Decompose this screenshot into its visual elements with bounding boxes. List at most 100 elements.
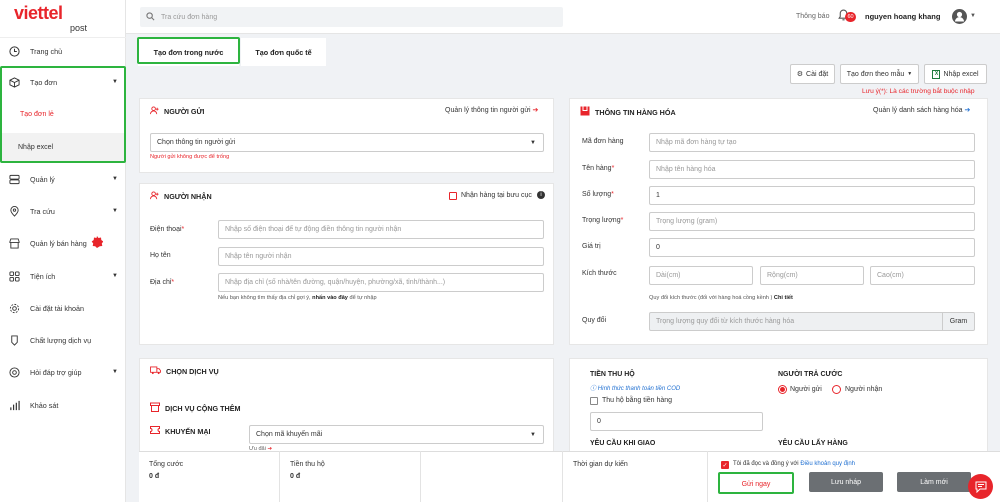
arrow-right-icon: ➔ — [964, 107, 971, 114]
length-input[interactable]: Dài(cm) — [649, 266, 753, 285]
cod-amount-input[interactable]: 0 — [590, 412, 763, 431]
receiver-title: NGƯỜI NHẬN — [150, 191, 212, 202]
label-text: Trọng lượng — [582, 217, 621, 224]
box-icon — [580, 106, 590, 118]
caret-down-icon: ▼ — [112, 369, 118, 375]
button-label: Tạo đơn theo mẫu — [846, 70, 905, 78]
sidebar-item-label: Trang chủ — [30, 46, 63, 56]
caret-down-icon: ▼ — [112, 273, 118, 279]
pin-icon — [8, 205, 20, 217]
total-fee-cell: Tổng cước 0 đ — [139, 451, 280, 502]
list-icon — [8, 173, 20, 185]
sidebar-item-label: Tra cứu — [30, 206, 55, 216]
manage-goods-link[interactable]: Quản lý danh sách hàng hóa ➔ — [873, 106, 970, 114]
hint-text: để tự nhập — [349, 295, 377, 301]
sidebar-item-lookup[interactable]: Tra cứu ▼ — [0, 197, 126, 225]
sidebar-item-label: Hỏi đáp trợ giúp — [30, 367, 82, 377]
link-text: Hình thức thanh toán tiền COD — [597, 386, 681, 392]
converted-weight-input: Trọng lượng quy đổi từ kích thước hàng h… — [649, 312, 975, 331]
ticket-icon — [150, 426, 160, 436]
sender-select[interactable]: Chọn thông tin người gửi ▼ — [150, 133, 544, 152]
input-placeholder: Nhập tên hàng hóa — [656, 166, 716, 173]
box-icon — [150, 402, 160, 414]
agree-terms-checkbox[interactable]: ✓ — [721, 461, 729, 469]
goods-title: THÔNG TIN HÀNG HÓA — [580, 106, 676, 118]
username[interactable]: nguyen hoang khang — [865, 12, 940, 21]
input-placeholder: Cao(cm) — [877, 272, 904, 279]
promo-select[interactable]: Chọn mã khuyến mãi ▼ — [249, 425, 544, 444]
chat-icon[interactable] — [968, 474, 993, 499]
receiver-name-input[interactable]: Nhập tên người nhận — [218, 247, 544, 266]
gear-icon — [8, 302, 20, 314]
sidebar-item-service-quality[interactable]: Chất lượng dịch vụ — [0, 326, 126, 354]
avatar[interactable] — [952, 9, 967, 24]
sidebar-item-manage[interactable]: Quản lý ▼ — [0, 165, 126, 193]
caret-down-icon: ▼ — [530, 139, 536, 146]
size-detail-link[interactable]: Chi tiết — [774, 295, 793, 301]
hint-text: Quy đổi kích thước (đối với hàng hoá cồn… — [649, 295, 773, 301]
input-placeholder: Rộng(cm) — [767, 272, 798, 279]
weight-input[interactable]: Trọng lượng (gram) — [649, 212, 975, 231]
sidebar-item-label: Chất lượng dịch vụ — [30, 335, 92, 345]
required-note: Lưu ý(*): Là các trường bắt buộc nhập — [862, 88, 975, 95]
quantity-input[interactable]: 1 — [649, 186, 975, 205]
logo[interactable]: viettel post — [0, 0, 126, 38]
input-value: 0 — [656, 244, 660, 251]
sidebar-item-label: Tiện ích — [30, 271, 56, 281]
link-text: Quản lý danh sách hàng hóa — [873, 107, 963, 114]
order-code-input[interactable]: Nhập mã đơn hàng tự tạo — [649, 133, 975, 152]
goods-name-input[interactable]: Nhập tên hàng hóa — [649, 160, 975, 179]
gear-icon: ⚙ — [796, 71, 804, 78]
import-excel-button[interactable]: X Nhập excel — [924, 64, 987, 84]
eta-cell: Thời gian dự kiến — [563, 451, 708, 502]
promo-title: KHUYẾN MẠI — [150, 426, 211, 436]
empty-cell — [421, 451, 563, 502]
goods-value-input[interactable]: 0 — [649, 238, 975, 257]
tab-international-order[interactable]: Tạo đơn quốc tế — [241, 38, 326, 66]
arrow-right-icon: ➔ — [532, 107, 539, 114]
pickup-at-office-checkbox[interactable] — [449, 192, 457, 200]
height-input[interactable]: Cao(cm) — [870, 266, 975, 285]
cod-by-goods-checkbox[interactable] — [590, 397, 598, 405]
logo-text: viettel — [14, 3, 63, 23]
reset-button[interactable]: Làm mới — [897, 472, 971, 492]
address-input[interactable]: Nhập địa chỉ (số nhà/tên đường, quận/huy… — [218, 273, 544, 292]
label-text: Tên hàng — [582, 165, 612, 172]
manage-sender-link[interactable]: Quản lý thông tin người gửi ➔ — [445, 106, 538, 114]
terms-link[interactable]: Điều khoản quy định — [800, 461, 855, 467]
sidebar-item-sales[interactable]: Quản lý bán hàng — [0, 229, 126, 257]
quantity-label: Số lượng* — [582, 191, 614, 198]
sidebar-item-utilities[interactable]: Tiện ích ▼ — [0, 262, 126, 290]
select-value: Chọn thông tin người gửi — [157, 139, 236, 146]
button-label: Lưu nháp — [831, 478, 861, 486]
payer-sender-label: Người gửi — [790, 386, 822, 393]
phone-input[interactable]: Nhập số điện thoại để tự động điền thông… — [218, 220, 544, 239]
cod-by-goods-label: Thu hộ bằng tiền hàng — [602, 397, 673, 404]
size-label: Kích thước — [582, 270, 617, 277]
manual-address-link[interactable]: nhấn vào đây — [312, 295, 348, 301]
input-placeholder: Dài(cm) — [656, 272, 681, 279]
payer-receiver-radio[interactable] — [832, 385, 841, 394]
clock-icon — [8, 45, 20, 57]
sidebar-item-help[interactable]: Hỏi đáp trợ giúp ▼ — [0, 358, 126, 386]
name-label: Họ tên — [150, 252, 171, 259]
label-text: Số lượng — [582, 191, 612, 198]
info-icon[interactable]: i — [537, 191, 545, 199]
save-draft-button[interactable]: Lưu nháp — [809, 472, 883, 492]
template-order-button[interactable]: Tạo đơn theo mẫu ▼ — [840, 64, 919, 84]
cod-method-link[interactable]: ⓘ Hình thức thanh toán tiền COD — [590, 383, 680, 392]
search-input[interactable]: Tra cứu đơn hàng — [140, 7, 563, 27]
sidebar-item-account-settings[interactable]: Cài đặt tài khoản — [0, 294, 126, 322]
width-input[interactable]: Rộng(cm) — [760, 266, 864, 285]
payer-sender-radio[interactable] — [778, 385, 787, 394]
phone-label: Điện thoại* — [150, 226, 184, 233]
sidebar-item-home[interactable]: Trang chủ — [0, 37, 126, 65]
settings-button[interactable]: ⚙ Cài đặt — [790, 64, 835, 84]
search-icon — [146, 11, 155, 23]
sidebar-item-survey[interactable]: Khảo sát — [0, 391, 126, 419]
section-title: DỊCH VỤ CỘNG THÊM — [165, 403, 241, 413]
user-menu-caret-icon[interactable]: ▼ — [970, 13, 976, 19]
excel-icon: X — [932, 69, 941, 79]
input-value: 1 — [656, 192, 660, 199]
sidebar-item-label: Cài đặt tài khoản — [30, 303, 84, 313]
